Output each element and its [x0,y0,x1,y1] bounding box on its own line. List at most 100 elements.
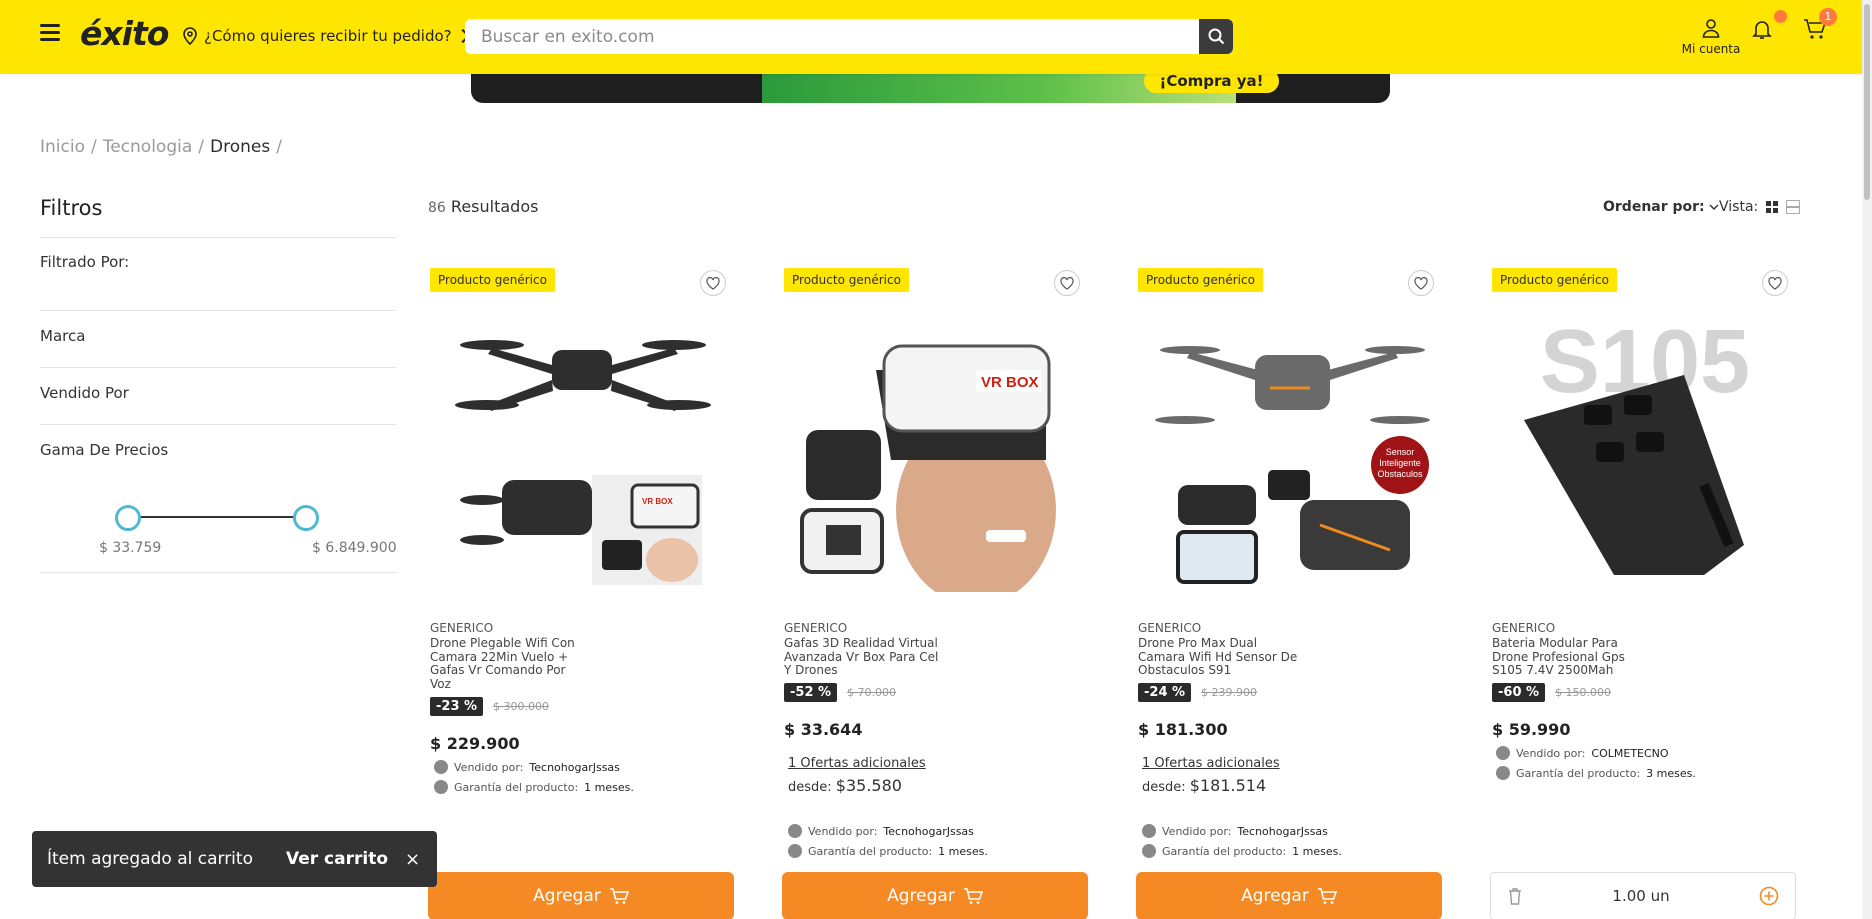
product-name[interactable]: Drone Pro Max Dual Camara Wifi Hd Sensor… [1138,636,1298,678]
seller-name[interactable]: COLMETECNO [1591,747,1668,760]
trash-icon[interactable] [1507,887,1523,905]
product-image[interactable]: VR BOX [796,310,1078,592]
warranty-label: Garantía del producto: [1516,766,1641,780]
close-icon[interactable]: × [405,849,420,870]
add-to-cart-button[interactable]: Agregar [428,872,734,919]
drone-kit-image: VR BOX [442,310,724,592]
filter-price-range[interactable]: Gama De Precios [40,441,168,459]
additional-offers-link[interactable]: 1 Ofertas adicionales [788,756,926,771]
tag-icon [434,760,448,774]
add-to-cart-button[interactable]: Agregar [782,872,1088,919]
favorite-button[interactable] [1054,270,1080,296]
added-to-cart-toast: Ítem agregado al carrito Ver carrito × [32,831,437,887]
battery-image: S105 [1504,310,1786,592]
list-view-icon[interactable] [1786,200,1801,214]
favorite-button[interactable] [700,270,726,296]
notifications-button[interactable] [1751,18,1773,44]
svg-text:Obstaculos: Obstaculos [1377,469,1423,479]
product-card[interactable]: Producto genérico VR BOX GENERICO Gafas … [782,264,1092,919]
product-card[interactable]: Producto genérico Sensor Inteligente Obs… [1136,264,1446,919]
seller-info: Vendido por: TecnohogarJssas [788,824,974,838]
page-scrollbar[interactable] [1862,0,1872,919]
toast-message: Ítem agregado al carrito [47,849,253,869]
from-price: desde: $35.580 [788,776,902,795]
results-number: 86 [428,200,446,216]
add-to-cart-label: Agregar [533,886,601,906]
scrollbar-thumb[interactable] [1864,4,1870,200]
search-button[interactable] [1199,19,1233,54]
product-image[interactable]: VR BOX [442,310,724,592]
sort-dropdown[interactable]: Ordenar por: [1603,199,1719,215]
product-name[interactable]: Drone Plegable Wifi Con Camara 22Min Vue… [430,636,590,691]
quantity-value: 1.00 un [1612,887,1670,905]
heart-icon [1414,276,1428,290]
svg-text:VR BOX: VR BOX [981,374,1039,391]
seller-name[interactable]: TecnohogarJssas [529,761,620,774]
warranty-label: Garantía del producto: [808,844,933,858]
discount-badge: -52 % [784,683,838,702]
price-min-value: $ 33.759 [99,540,162,556]
breadcrumb-item-tecnologia[interactable]: Tecnologia [103,137,193,157]
price-slider-max-handle[interactable] [293,505,319,531]
grid-view-icon[interactable] [1766,201,1779,213]
account-button[interactable]: Mi cuenta [1676,18,1746,56]
sort-label: Ordenar por: [1603,199,1705,215]
divider [40,424,396,425]
bell-icon [1752,21,1772,39]
product-image[interactable]: Sensor Inteligente Obstaculos [1150,310,1432,592]
breadcrumb-item-drones[interactable]: Drones [210,137,270,157]
product-name[interactable]: Gafas 3D Realidad Virtual Avanzada Vr Bo… [784,636,944,678]
divider [40,310,396,311]
heart-icon [706,276,720,290]
from-label: desde: [788,780,832,795]
favorite-button[interactable] [1408,270,1434,296]
filter-marca[interactable]: Marca [40,327,85,345]
warranty-info: Garantía del producto: 1 meses. [434,780,634,794]
view-label: Vista: [1719,199,1759,215]
favorite-button[interactable] [1762,270,1788,296]
generic-product-badge: Producto genérico [430,268,555,292]
view-cart-link[interactable]: Ver carrito [286,849,388,869]
price-slider-track[interactable] [128,516,306,518]
vr-headset-image: VR BOX [796,310,1078,592]
product-name[interactable]: Bateria Modular Para Drone Profesional G… [1492,636,1652,678]
divider [40,237,396,238]
user-icon [1702,19,1720,38]
filtered-by-label: Filtrado Por: [40,253,130,271]
breadcrumb-separator: / [90,137,97,157]
product-card[interactable]: Producto genérico VR BOX GENERICO Drone … [428,264,738,919]
top-header: éxito ¿Cómo quieres recibir tu pedido? M… [0,0,1862,74]
divider [40,572,396,573]
delivery-selector[interactable]: ¿Cómo quieres recibir tu pedido? [182,27,474,45]
from-price: desde: $181.514 [1142,776,1266,795]
seller-name[interactable]: TecnohogarJssas [1237,825,1328,838]
discount-badge: -23 % [430,697,484,716]
add-to-cart-label: Agregar [887,886,955,906]
product-card[interactable]: Producto genérico S105 GENERICO Bateria … [1490,264,1800,919]
cart-icon [609,888,629,904]
add-to-cart-button[interactable]: Agregar [1136,872,1442,919]
sold-by-label: Vendido por: [1162,824,1232,838]
product-brand: GENERICO [1492,621,1556,635]
additional-offers-link[interactable]: 1 Ofertas adicionales [1142,756,1280,771]
warranty-value: 1 meses. [584,780,634,794]
filter-vendido-por[interactable]: Vendido Por [40,384,129,402]
discount-row: -24 % $ 239.900 [1138,683,1257,702]
breadcrumb-item-inicio[interactable]: Inicio [40,137,85,157]
plus-circle-icon[interactable] [1759,886,1779,906]
menu-icon[interactable] [40,24,60,44]
search-input[interactable] [465,19,1199,54]
from-label: desde: [1142,780,1186,795]
product-brand: GENERICO [430,621,494,635]
breadcrumb-separator: / [276,137,282,157]
seller-info: Vendido por: TecnohogarJssas [1142,824,1328,838]
warranty-info: Garantía del producto: 1 meses. [788,844,988,858]
heart-icon [1060,276,1074,290]
old-price: $ 150.000 [1555,686,1612,699]
search-bar [465,19,1233,54]
tag-icon [1142,824,1156,838]
product-image[interactable]: S105 [1504,310,1786,592]
seller-name[interactable]: TecnohogarJssas [883,825,974,838]
price-slider-min-handle[interactable] [115,505,141,531]
exito-logo[interactable]: éxito [80,14,169,53]
